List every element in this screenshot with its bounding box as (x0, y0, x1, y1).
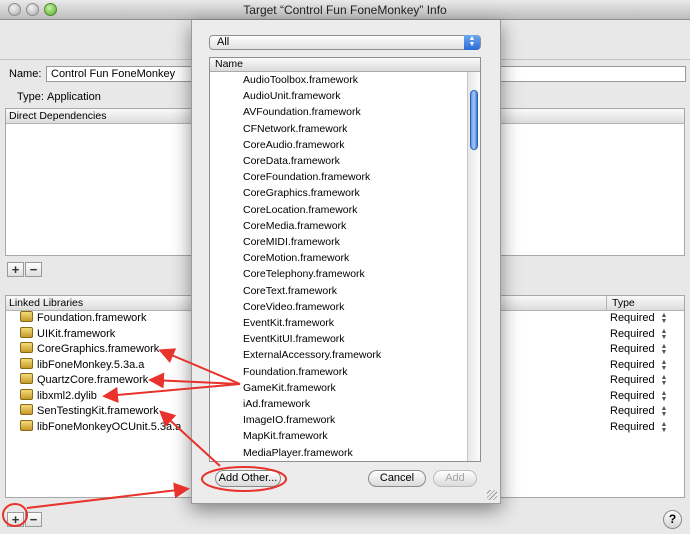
library-type-popup[interactable]: Required (610, 311, 655, 326)
window-title: Target “Control Fun FoneMonkey” Info (243, 3, 447, 17)
framework-row[interactable]: CoreFoundation.framework (243, 169, 370, 185)
close-window-button[interactable] (8, 3, 21, 16)
library-row[interactable]: libFoneMonkeyOCUnit.5.3a.a (20, 419, 182, 435)
type-column-header[interactable]: Type (606, 296, 680, 310)
add-dependency-button[interactable]: + (7, 262, 24, 277)
zoom-window-button[interactable] (44, 3, 57, 16)
library-name: CoreGraphics.framework (37, 343, 160, 355)
framework-icon (20, 326, 33, 338)
library-name: Foundation.framework (37, 312, 147, 324)
cancel-button[interactable]: Cancel (368, 470, 426, 487)
scrollbar-thumb[interactable] (470, 90, 478, 150)
framework-row[interactable]: CoreTelephony.framework (243, 266, 365, 282)
framework-row[interactable]: CoreMedia.framework (243, 218, 346, 234)
framework-row[interactable]: EventKit.framework (243, 315, 334, 331)
library-name: UIKit.framework (37, 327, 116, 340)
framework-row[interactable]: CoreGraphics.framework (243, 185, 360, 201)
framework-icon (20, 388, 33, 400)
library-row[interactable]: SenTestingKit.framework (20, 404, 159, 419)
add-button[interactable]: Add (433, 470, 477, 487)
type-stepper-icon[interactable]: ▲ ▼ (660, 421, 668, 434)
framework-list-scrollbar[interactable] (467, 72, 480, 461)
library-name: libFoneMonkey.5.3a.a (37, 358, 145, 371)
remove-library-button[interactable]: − (25, 512, 42, 527)
type-stepper-icon[interactable]: ▲ ▼ (660, 328, 668, 341)
minimize-window-button[interactable] (26, 3, 39, 16)
add-other-button[interactable]: Add Other... (215, 470, 281, 487)
framework-icon (20, 404, 33, 415)
library-type-popup[interactable]: Required (610, 327, 655, 342)
type-stepper-icon[interactable]: ▲ ▼ (660, 359, 668, 372)
library-row[interactable]: UIKit.framework (20, 326, 116, 342)
framework-row[interactable]: iAd.framework (243, 396, 310, 412)
type-stepper-icon[interactable]: ▲ ▼ (660, 405, 668, 418)
framework-icon (20, 419, 33, 431)
library-row[interactable]: libxml2.dylib (20, 388, 97, 404)
framework-row[interactable]: CoreMIDI.framework (243, 234, 340, 250)
library-row[interactable]: libFoneMonkey.5.3a.a (20, 357, 145, 373)
framework-row[interactable]: MapKit.framework (243, 428, 328, 444)
framework-icon (20, 373, 33, 384)
framework-row[interactable]: AudioToolbox.framework (243, 72, 358, 88)
library-name: QuartzCore.framework (37, 374, 149, 386)
type-stepper-icon[interactable]: ▲ ▼ (660, 374, 668, 387)
framework-row[interactable]: MediaPlayer.framework (243, 445, 353, 461)
library-type-popup[interactable]: Required (610, 389, 655, 404)
framework-icon (20, 342, 33, 353)
framework-filter-value: All (217, 36, 230, 48)
framework-icon (20, 357, 33, 369)
type-stepper-icon[interactable]: ▲ ▼ (660, 343, 668, 356)
framework-name-column-header[interactable]: Name (210, 58, 480, 72)
library-name: libFoneMonkeyOCUnit.5.3a.a (37, 420, 182, 433)
framework-row[interactable]: GameKit.framework (243, 380, 336, 396)
library-row[interactable]: QuartzCore.framework (20, 373, 148, 388)
library-name: SenTestingKit.framework (37, 405, 159, 417)
framework-row[interactable]: CFNetwork.framework (243, 121, 347, 137)
resize-grip-icon[interactable] (487, 490, 497, 500)
framework-icon (20, 311, 33, 322)
library-type-popup[interactable]: Required (610, 404, 655, 419)
framework-row[interactable]: AudioUnit.framework (243, 88, 340, 104)
library-type-popup[interactable]: Required (610, 342, 655, 357)
library-row[interactable]: Foundation.framework (20, 311, 146, 326)
framework-row[interactable]: CoreVideo.framework (243, 299, 344, 315)
type-label: Type: (17, 91, 44, 103)
type-value: Application (47, 91, 101, 103)
framework-row[interactable]: EventKitUI.framework (243, 331, 345, 347)
help-button[interactable]: ? (663, 510, 682, 529)
type-stepper-icon[interactable]: ▲ ▼ (660, 390, 668, 403)
library-type-popup[interactable]: Required (610, 358, 655, 373)
framework-row[interactable]: CoreData.framework (243, 153, 340, 169)
framework-row[interactable]: CoreText.framework (243, 283, 337, 299)
popup-arrows-icon: ▲ ▼ (464, 35, 480, 50)
framework-row[interactable]: Foundation.framework (243, 364, 347, 380)
framework-row[interactable]: CoreLocation.framework (243, 202, 357, 218)
linked-libraries-column-label: Linked Libraries (9, 297, 84, 309)
library-row[interactable]: CoreGraphics.framework (20, 342, 159, 357)
framework-row[interactable]: AVFoundation.framework (243, 104, 361, 120)
library-type-popup[interactable]: Required (610, 420, 655, 435)
framework-filter-popup[interactable]: All ▲ ▼ (209, 35, 481, 50)
library-name: libxml2.dylib (37, 389, 97, 402)
framework-row[interactable]: ExternalAccessory.framework (243, 347, 381, 363)
remove-dependency-button[interactable]: − (25, 262, 42, 277)
framework-list[interactable]: Name AudioToolbox.framework AudioUnit.fra… (209, 57, 481, 462)
type-stepper-icon[interactable]: ▲ ▼ (660, 312, 668, 325)
framework-row[interactable]: ImageIO.framework (243, 412, 335, 428)
window-titlebar: Target “Control Fun FoneMonkey” Info (0, 0, 690, 20)
add-library-button[interactable]: + (7, 512, 24, 527)
framework-row[interactable]: CoreMotion.framework (243, 250, 349, 266)
library-type-popup[interactable]: Required (610, 373, 655, 388)
add-framework-sheet: All ▲ ▼ Name AudioToolbox.framework AudioU… (191, 20, 501, 504)
name-label: Name: (9, 68, 42, 80)
framework-row[interactable]: CoreAudio.framework (243, 137, 345, 153)
